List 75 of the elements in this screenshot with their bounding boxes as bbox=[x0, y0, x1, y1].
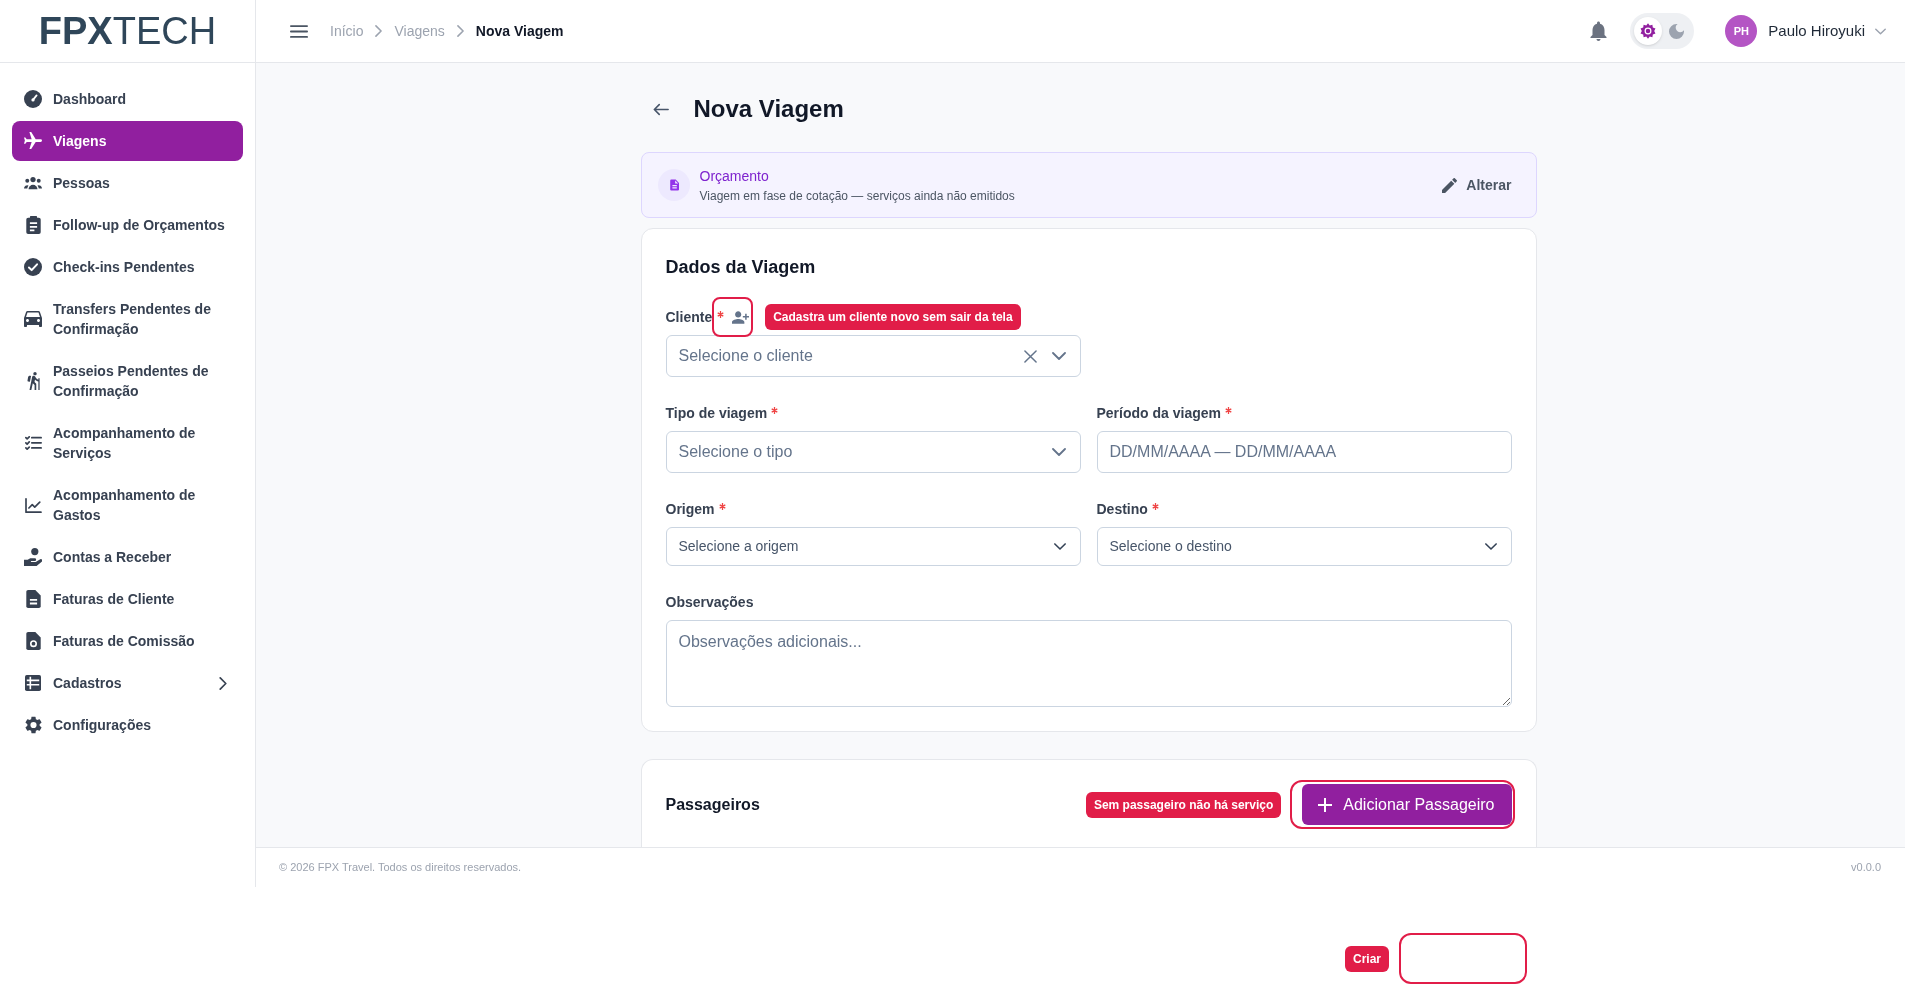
annotation-label: Sem passageiro não há serviço bbox=[1085, 791, 1282, 818]
field-label: Origem bbox=[665, 500, 715, 519]
chevron-right-icon bbox=[456, 25, 464, 37]
sidebar-item[interactable]: Faturas de Cliente bbox=[12, 579, 243, 619]
field-label: Observações bbox=[665, 593, 754, 612]
status-description: Viagem em fase de cotação — serviços ainda não emitidos bbox=[699, 188, 1016, 204]
field-label: Cliente bbox=[665, 308, 713, 327]
breadcrumb-current: Nova Viagem bbox=[475, 21, 564, 41]
line-chart-icon bbox=[24, 497, 42, 513]
chevron-down-icon bbox=[1053, 543, 1066, 550]
person-add-icon bbox=[731, 310, 749, 324]
sidebar-item[interactable]: Configurações bbox=[12, 705, 243, 745]
sidebar-item[interactable]: Dashboard bbox=[12, 79, 243, 119]
select-field[interactable]: Selecione a origem bbox=[665, 527, 1081, 566]
menu-icon bbox=[290, 23, 308, 39]
moon-icon bbox=[1668, 23, 1684, 39]
theme-option[interactable] bbox=[1634, 17, 1663, 45]
add-passenger-button[interactable]: Adicionar Passageiro bbox=[1302, 784, 1512, 825]
pencil-icon bbox=[1442, 177, 1458, 193]
section-title: Dados da Viagem bbox=[665, 256, 817, 279]
chevron-down-icon bbox=[1051, 448, 1066, 456]
clear-icon[interactable] bbox=[1023, 349, 1037, 363]
checklist-icon bbox=[24, 436, 42, 450]
plus-icon bbox=[1318, 797, 1333, 812]
bell-icon bbox=[1589, 21, 1607, 41]
file-icon bbox=[25, 632, 41, 650]
select-field[interactable]: Selecione o tipo bbox=[665, 431, 1081, 473]
user-menu[interactable]: PH Paulo Hiroyuki bbox=[1725, 15, 1886, 47]
check-circle-icon bbox=[24, 258, 42, 276]
field-label: Destino bbox=[1096, 500, 1148, 519]
sidebar-item[interactable]: Faturas de Comissão bbox=[12, 621, 243, 661]
settings-icon bbox=[24, 716, 42, 734]
sidebar-item[interactable]: Passeios Pendentes de Confirmação bbox=[12, 351, 243, 411]
sidebar-item[interactable]: Check-ins Pendentes bbox=[12, 247, 243, 287]
table-icon bbox=[25, 675, 41, 691]
sidebar-item[interactable]: Transfers Pendentes de Confirmação bbox=[12, 289, 243, 349]
chevron-down-icon bbox=[1051, 352, 1066, 360]
hand-coin-icon bbox=[24, 548, 42, 566]
logo: FPXTECH bbox=[38, 12, 217, 50]
version-text: v0.0.0 bbox=[1851, 860, 1881, 876]
user-avatar: PH bbox=[1725, 15, 1758, 47]
annotation-label: Cadastra um cliente novo sem sair da tela bbox=[765, 304, 1021, 330]
annotation-label: Criar bbox=[1345, 945, 1389, 972]
car-icon bbox=[24, 311, 42, 327]
sidebar-item[interactable]: Follow-up de Orçamentos bbox=[12, 205, 243, 245]
sun-icon bbox=[1640, 23, 1657, 39]
edit-button[interactable]: Alterar bbox=[1442, 174, 1512, 196]
select-field[interactable]: Selecione o destino bbox=[1096, 527, 1512, 566]
field-label: Tipo de viagem bbox=[665, 404, 768, 423]
date-range-input[interactable]: DD/MM/AAAA — DD/MM/AAAA bbox=[1096, 431, 1512, 473]
section-title: Passageiros bbox=[665, 794, 761, 815]
sidebar-item[interactable]: Viagens bbox=[12, 121, 243, 161]
document-icon bbox=[657, 169, 690, 201]
sidebar-item[interactable]: Acompanhamento de Serviços bbox=[12, 413, 243, 473]
chevron-down-icon bbox=[1484, 543, 1497, 550]
page-title: Nova Viagem bbox=[693, 94, 844, 124]
sidebar-item[interactable]: Acompanhamento de Gastos bbox=[12, 475, 243, 535]
plane-icon bbox=[24, 132, 42, 150]
users-icon bbox=[24, 176, 42, 190]
select-field[interactable]: Selecione o cliente bbox=[665, 335, 1081, 377]
field-label: Período da viagem bbox=[1096, 404, 1221, 423]
hiker-icon bbox=[26, 372, 40, 390]
file-icon bbox=[25, 590, 41, 608]
clipboard-icon bbox=[25, 216, 41, 234]
sidebar-item[interactable]: Pessoas bbox=[12, 163, 243, 203]
copyright-text: © 2026 FPX Travel. Todos os direitos reservados. bbox=[279, 860, 522, 876]
gauge-icon bbox=[24, 90, 42, 108]
sidebar-item[interactable]: Contas a Receber bbox=[12, 537, 243, 577]
chevron-down-icon bbox=[1875, 27, 1886, 35]
chevron-right-icon bbox=[375, 25, 383, 37]
notifications-button[interactable] bbox=[1588, 21, 1609, 41]
notes-textarea[interactable]: Observações adicionais... bbox=[665, 620, 1512, 707]
back-arrow-icon bbox=[652, 102, 669, 116]
sidebar-item[interactable]: Cadastros bbox=[12, 663, 243, 703]
status-title: Orçamento bbox=[699, 167, 770, 186]
